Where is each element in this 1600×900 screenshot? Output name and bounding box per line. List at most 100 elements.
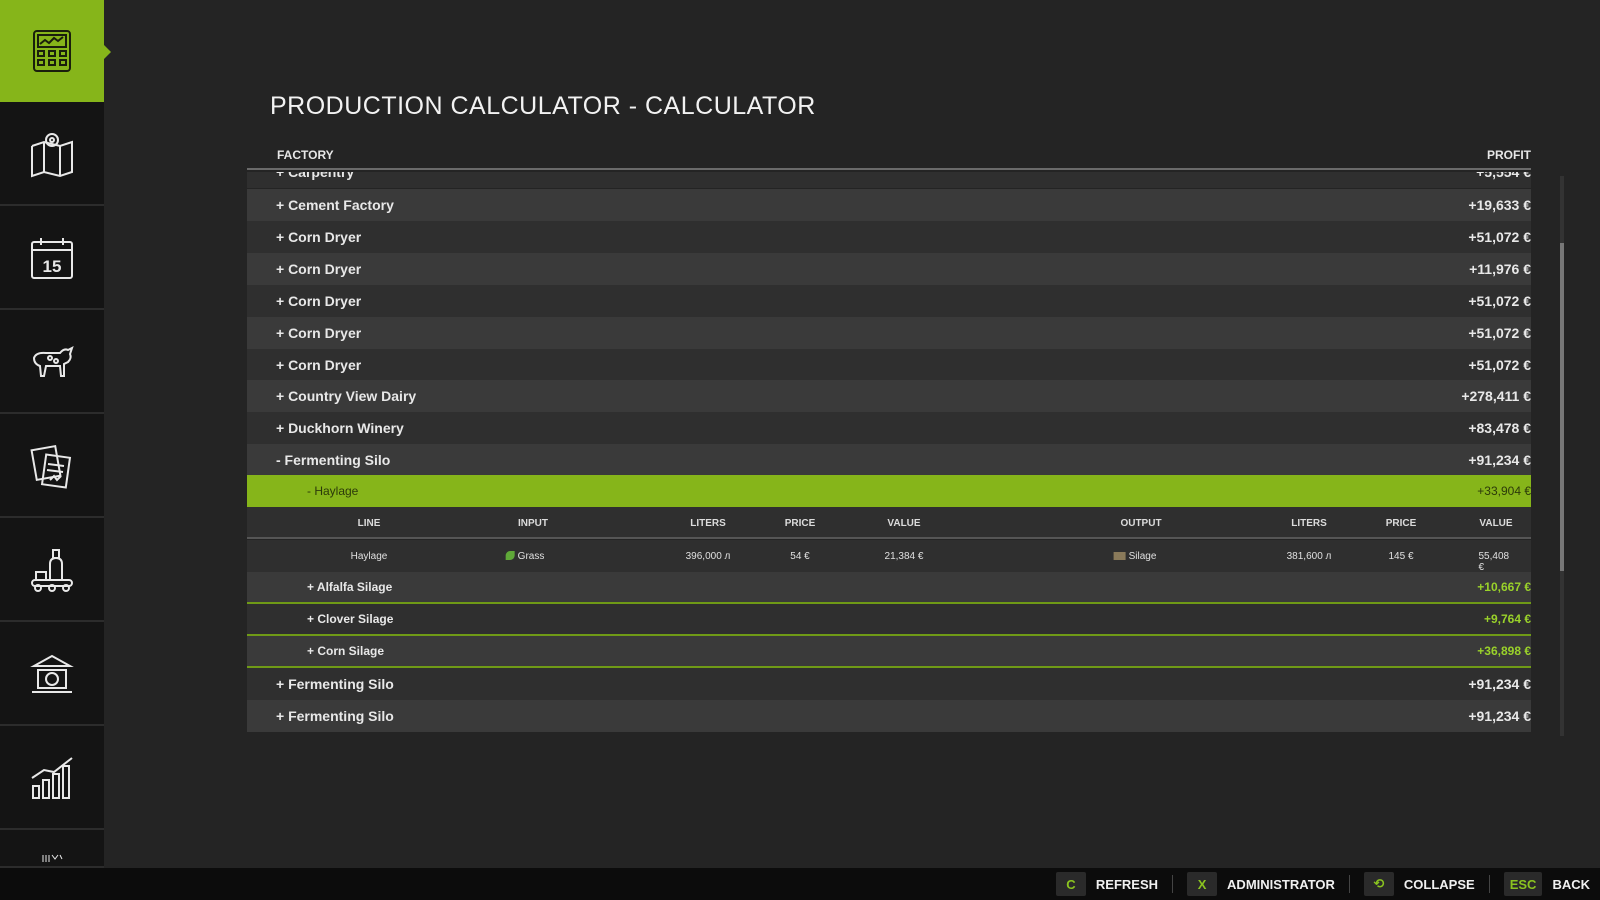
factory-name: + Duckhorn Winery [276,420,404,436]
administrator-label: ADMINISTRATOR [1227,876,1335,892]
refresh-label: REFRESH [1095,876,1159,892]
detail-liters-in: 396,000 л [685,551,731,562]
header-value-out: VALUE [1479,518,1513,529]
separator [1348,875,1350,893]
table-row[interactable]: + Corn Dryer +51,072 € [247,221,1531,253]
header-liters-in: LITERS [690,518,726,529]
detail-value-out: 55,408 € [1478,551,1510,573]
collapse-button[interactable]: ⟲ COLLAPSE [1363,872,1475,896]
factory-name: + Country View Dairy [276,388,417,404]
refresh-button[interactable]: C REFRESH [1055,872,1159,896]
administrator-button[interactable]: X ADMINISTRATOR [1187,872,1335,896]
statistics-icon [31,757,73,799]
detail-input-label: Grass [517,551,545,562]
line-name: + Clover Silage [307,612,394,626]
header-line: LINE [357,518,381,529]
sidebar-item-calculator[interactable] [0,0,111,102]
sidebar: 15 [0,0,111,868]
detail-price-in: 54 € [790,551,810,562]
factory-profit: +51,072 € [1468,293,1531,309]
production-line[interactable]: + Corn Silage +36,898 € [247,636,1531,668]
grass-icon [505,551,515,560]
more-icon [42,854,63,862]
table-row-expanded[interactable]: - Fermenting Silo +91,234 € [247,444,1531,476]
factory-profit: +5,554 € [1476,172,1531,180]
detail-value-in: 21,384 € [884,551,924,562]
factory-profit: +19,633 € [1468,197,1531,213]
calendar-icon: 15 [31,238,73,279]
production-icon [31,549,73,592]
factory-name: + Corn Dryer [276,261,362,277]
header-value-in: VALUE [887,518,921,529]
refresh-key: C [1055,872,1086,896]
table-row[interactable]: + Corn Dryer +51,072 € [247,285,1531,317]
header-price-in: PRICE [784,518,816,529]
factory-name: + Corn Dryer [276,357,362,373]
factory-name: + Fermenting Silo [276,708,394,724]
silage-icon [1113,552,1126,560]
detail-output-label: Silage [1128,551,1157,562]
factory-name: + Fermenting Silo [276,676,394,692]
production-line-selected[interactable]: - Haylage +33,904 € [247,475,1531,507]
back-button[interactable]: ESC BACK [1503,872,1590,896]
header-output: OUTPUT [1120,518,1162,529]
detail-liters-out: 381,600 л [1286,551,1332,562]
calculator-icon [33,30,71,72]
sidebar-item-finances[interactable] [0,624,104,726]
administrator-key: X [1187,872,1218,896]
factory-name: + Corn Dryer [276,325,362,341]
table-row[interactable]: + Duckhorn Winery +83,478 € [247,412,1531,444]
table-row[interactable]: + Country View Dairy +278,411 € [247,380,1531,412]
factory-profit: +11,976 € [1469,261,1531,277]
line-profit: +36,898 € [1477,644,1531,658]
cow-icon [32,346,74,377]
table-header: FACTORY PROFIT [247,146,1531,170]
header-profit: PROFIT [1487,148,1531,162]
sidebar-item-map[interactable] [0,104,104,206]
factory-profit: +91,234 € [1468,708,1531,724]
factory-name: - Fermenting Silo [276,452,391,468]
line-profit: +10,667 € [1477,580,1531,594]
table-row[interactable]: + Corn Dryer +51,072 € [247,317,1531,349]
separator [1488,875,1490,893]
sidebar-item-production[interactable] [0,520,104,622]
detail-input: Grass [505,551,545,562]
production-line[interactable]: + Alfalfa Silage +10,667 € [247,572,1531,604]
collapse-label: COLLAPSE [1403,876,1475,892]
scrollbar[interactable] [1560,176,1564,736]
table-row[interactable]: + Fermenting Silo +91,234 € [247,700,1531,732]
separator [1172,875,1174,893]
table-row[interactable]: + Carpentry +5,554 € [247,172,1531,188]
table-row[interactable]: + Corn Dryer +51,072 € [247,349,1531,381]
table-row[interactable]: + Corn Dryer +11,976 € [247,253,1531,285]
factory-profit: +91,234 € [1468,676,1531,692]
header-liters-out: LITERS [1291,518,1327,529]
detail-header: LINE INPUT LITERS PRICE VALUE OUTPUT LIT… [247,507,1531,539]
detail-line: Haylage [350,551,388,562]
line-profit: +33,904 € [1477,484,1531,498]
sidebar-item-contracts[interactable] [0,416,104,518]
factory-profit: +91,234 € [1468,452,1531,468]
table-row[interactable]: + Fermenting Silo +91,234 € [247,668,1531,700]
collapse-icon: ⟲ [1363,872,1394,896]
factory-name: + Carpentry [276,172,355,180]
factory-profit: +51,072 € [1468,229,1531,245]
factory-profit: +278,411 € [1461,388,1531,404]
line-name: - Haylage [307,484,359,498]
production-line[interactable]: + Clover Silage +9,764 € [247,604,1531,636]
active-indicator [103,44,111,60]
sidebar-item-statistics[interactable] [0,728,104,830]
scrollbar-thumb[interactable] [1560,243,1564,571]
line-profit: +9,764 € [1483,612,1531,626]
table-row[interactable]: + Cement Factory +19,633 € [247,189,1531,221]
sidebar-item-more[interactable] [0,832,104,868]
sidebar-item-calendar[interactable]: 15 [0,208,104,310]
back-key: ESC [1503,872,1543,896]
factory-name: + Corn Dryer [276,229,362,245]
factory-profit: +51,072 € [1468,357,1531,373]
sidebar-item-animals[interactable] [0,312,104,414]
bank-icon [30,654,74,693]
header-factory: FACTORY [277,148,334,162]
map-icon [31,133,73,178]
factory-profit: +83,478 € [1468,420,1531,436]
